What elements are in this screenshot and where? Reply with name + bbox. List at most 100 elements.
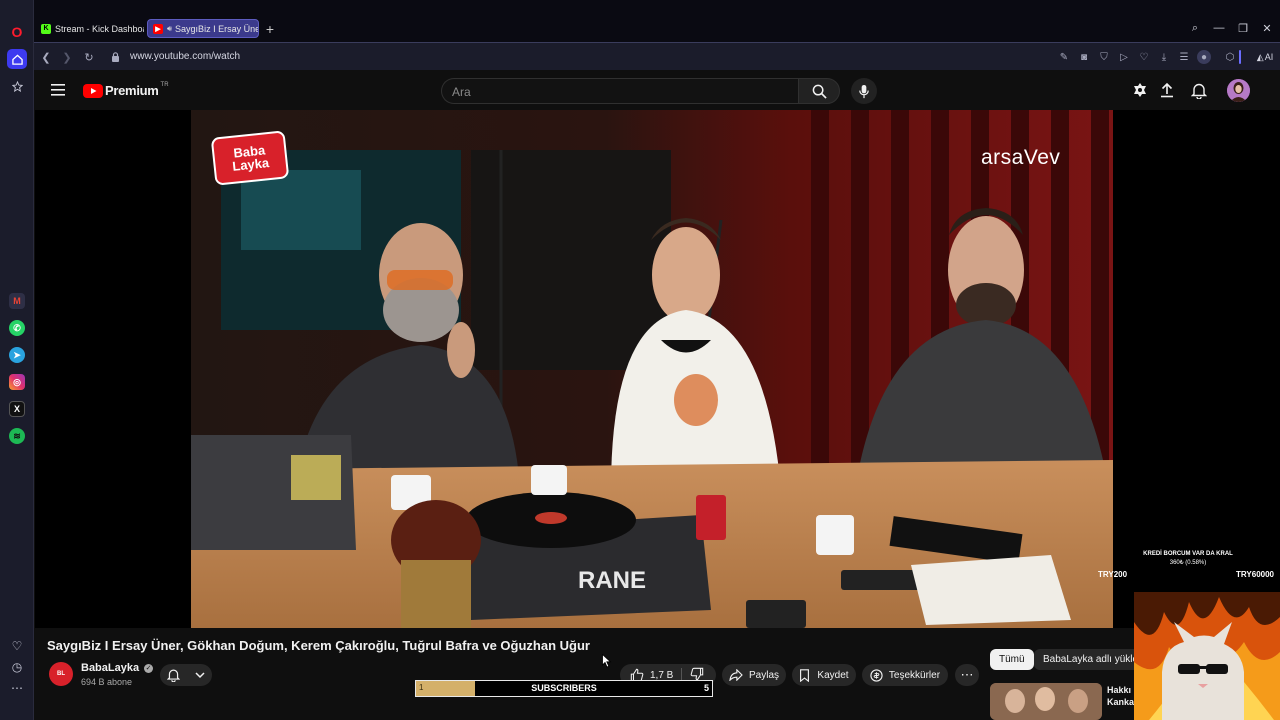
save-label: Kaydet [817, 669, 849, 681]
hamburger-menu-icon[interactable] [51, 83, 67, 97]
address-bar: ❮ ❯ ↻ www.youtube.com/watch ✎ ◙ ⛉ ▷ ♡ ⤓ … [34, 42, 1280, 70]
play-icon[interactable]: ▷ [1117, 50, 1131, 64]
channel-name-row[interactable]: BabaLayka ✓ [81, 662, 154, 674]
subscriber-goal-overlay: 1 SUBSCRIBERS 5 [415, 680, 713, 697]
download-icon[interactable]: ⤓ [1157, 50, 1171, 64]
speaker-icon: 🔊︎ [167, 23, 173, 33]
channel-avatar[interactable]: BL [49, 662, 73, 686]
home-icon[interactable] [7, 49, 27, 69]
mouse-cursor [602, 653, 612, 668]
search-button[interactable] [798, 78, 840, 104]
bookmark-icon [800, 668, 810, 682]
chip-all-label: Tümü [999, 654, 1025, 665]
profile-icon[interactable]: ● [1197, 50, 1211, 64]
menu-icon[interactable]: ☰ [1177, 50, 1191, 64]
tab-strip: K Stream - Kick Dashboard ▶ 🔊︎ SaygıBiz … [34, 0, 1280, 42]
chip-channel-uploads[interactable]: BabaLayka adlı yükley [1034, 649, 1134, 670]
close-window-button[interactable]: ✕ [1260, 21, 1274, 35]
back-icon[interactable]: ❮ [39, 50, 53, 64]
create-icon[interactable] [1132, 82, 1150, 100]
subscriber-goal-label: SUBSCRIBERS [531, 683, 597, 693]
kick-icon: K [41, 23, 51, 34]
tab-title: Stream - Kick Dashboard [55, 23, 144, 34]
extensions-icon[interactable]: ⬡ [1223, 50, 1237, 64]
more-icon[interactable]: ⋯ [7, 678, 27, 698]
share-button[interactable]: Paylaş [722, 664, 786, 686]
notifications-bell-icon[interactable] [1190, 82, 1209, 100]
share-label: Paylaş [748, 669, 779, 681]
search-icon [812, 84, 827, 99]
upload-icon[interactable] [1159, 82, 1177, 100]
chip-all[interactable]: Tümü [990, 649, 1034, 670]
forward-icon[interactable]: ❯ [60, 50, 74, 64]
avatar[interactable] [1227, 79, 1250, 102]
url-text[interactable]: www.youtube.com/watch [130, 51, 240, 62]
youtube-icon: ▶ [153, 23, 163, 34]
fire-cat-meme [1134, 592, 1280, 720]
x-icon[interactable]: X [9, 401, 25, 417]
gmail-icon[interactable]: M [9, 293, 25, 309]
save-button[interactable]: Kaydet [792, 664, 856, 686]
whatsapp-icon[interactable]: ✆ [9, 320, 25, 336]
arsavev-logo: arsaVev [981, 146, 1061, 169]
more-actions-button[interactable]: ⋯ [955, 664, 979, 686]
thumbs-down-icon [691, 667, 704, 680]
reload-icon[interactable]: ↻ [82, 50, 96, 64]
webcam-overlay [1134, 592, 1280, 720]
subscriber-count: 694 B abone [81, 677, 133, 687]
telegram-icon[interactable]: ➤ [9, 347, 25, 363]
youtube-premium-logo[interactable]: Premium TR [83, 81, 169, 98]
verified-icon: ✓ [144, 663, 154, 673]
super-thanks-icon [870, 668, 883, 682]
shield-icon[interactable]: ⛉ [1097, 50, 1111, 64]
babalayka-logo: Baba Layka [212, 132, 288, 184]
search-tabs-icon[interactable]: ⌕ [1188, 21, 1202, 35]
edit-icon[interactable]: ✎ [1057, 50, 1071, 64]
camera-icon[interactable]: ◙ [1077, 50, 1091, 64]
brand-logo-text: Baba Layka [231, 142, 270, 174]
bell-icon [167, 669, 181, 682]
youtube-header: Premium TR [35, 70, 1280, 110]
microphone-icon [859, 84, 869, 98]
subscription-bell-button[interactable] [160, 664, 212, 686]
restore-button[interactable]: ❐ [1236, 21, 1250, 35]
video-title: SaygıBiz I Ersay Üner, Gökhan Doğum, Ker… [47, 638, 590, 653]
related-title-line-2: Kanka [1107, 697, 1134, 707]
star-icon[interactable] [7, 76, 27, 96]
related-video-thumbnail[interactable] [990, 683, 1102, 720]
video-scene: RANE [191, 110, 1113, 628]
tab-kick-dashboard[interactable]: K Stream - Kick Dashboard [36, 19, 144, 38]
lock-icon [108, 50, 122, 64]
video-player[interactable]: RANE Baba Layka arsaVev [35, 110, 1280, 628]
chevron-down-icon [195, 671, 205, 678]
tab-title: SaygıBiz I Ersay Üner, [175, 23, 259, 34]
donation-goal-max: TRY60000 [1236, 570, 1274, 579]
related-video-title[interactable]: Hakkı Kanka [1107, 684, 1134, 708]
video-frame[interactable]: RANE Baba Layka arsaVev [191, 110, 1113, 628]
spotify-icon[interactable]: ≋ [9, 428, 25, 444]
donation-goal-progress: 360₺ (0.58%) [1169, 560, 1207, 566]
share-icon [729, 669, 743, 681]
tab-youtube-video[interactable]: ▶ 🔊︎ SaygıBiz I Ersay Üner, [147, 19, 259, 38]
history-icon[interactable]: ◷ [7, 657, 27, 677]
new-tab-button[interactable]: + [263, 19, 277, 38]
youtube-icon [83, 83, 103, 98]
thanks-button[interactable]: Teşekkürler [862, 664, 948, 686]
minimize-button[interactable]: — [1212, 21, 1226, 35]
more-icon: ⋯ [960, 667, 974, 682]
related-title-line-1: Hakkı [1107, 685, 1132, 695]
search-input[interactable] [452, 83, 782, 101]
search-box [441, 78, 799, 104]
subscriber-goal-target: 5 [703, 683, 709, 693]
channel-name[interactable]: BabaLayka [81, 662, 139, 674]
browser-sidebar: O M ✆ ➤ ◎ X ≋ ♡ ◷ ⋯ [0, 0, 34, 720]
region-code: TR [160, 81, 169, 88]
heart-icon[interactable]: ♡ [7, 636, 27, 656]
heart-icon[interactable]: ♡ [1137, 50, 1151, 64]
instagram-icon[interactable]: ◎ [9, 374, 25, 390]
opera-logo-icon[interactable]: O [7, 22, 27, 42]
donation-goal-title: KREDİ BORCUM VAR DA KRAL [1143, 551, 1233, 557]
aria-ai-button[interactable]: ◭ AI [1251, 50, 1279, 64]
logo-text: Premium [105, 83, 159, 98]
voice-search-button[interactable] [851, 78, 877, 104]
